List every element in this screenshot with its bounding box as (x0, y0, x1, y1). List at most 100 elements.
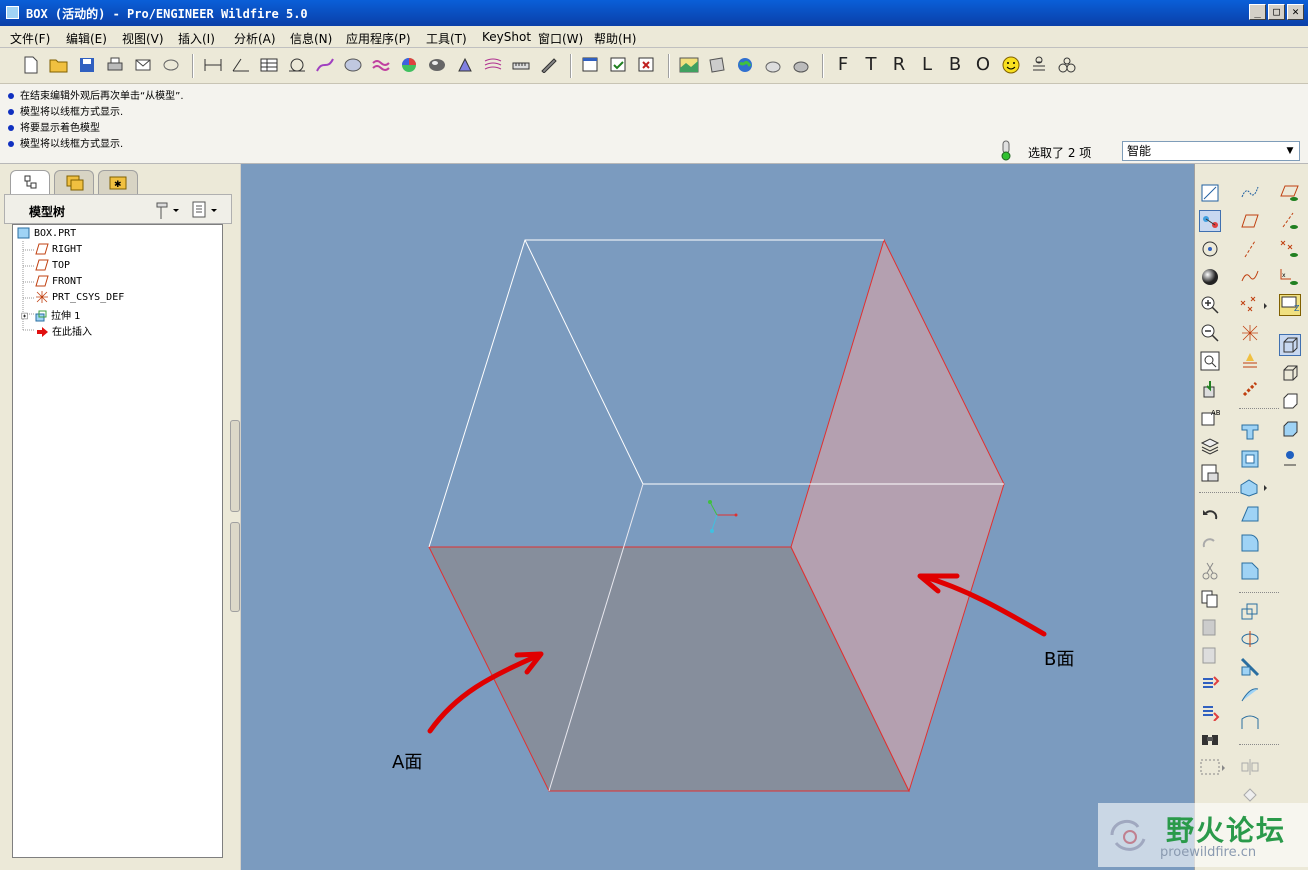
mirror-icon[interactable] (1239, 628, 1261, 650)
tree-item-right[interactable]: RIGHT (35, 243, 82, 255)
view-bottom-button[interactable]: B (944, 54, 966, 76)
shading-sphere-icon[interactable] (1199, 266, 1221, 288)
extend-icon[interactable] (1239, 684, 1261, 706)
draft-analysis-icon[interactable] (370, 54, 392, 76)
view-manager-icon[interactable] (1199, 462, 1221, 484)
teapot-render-icon[interactable] (790, 54, 812, 76)
datum-csys-icon[interactable] (1239, 322, 1261, 344)
menu-file[interactable]: 文件(F) (10, 30, 50, 47)
curve-analysis-icon[interactable] (314, 54, 336, 76)
pane-resize-handle[interactable] (230, 522, 240, 612)
find-binoculars-icon[interactable] (1199, 728, 1221, 750)
new-file-icon[interactable] (20, 54, 42, 76)
point-display-icon[interactable] (1279, 238, 1301, 260)
cut-icon[interactable] (1199, 560, 1221, 582)
select-box-icon[interactable] (1199, 756, 1227, 778)
view-right-button[interactable]: R (888, 54, 910, 76)
layers-icon[interactable] (1199, 434, 1221, 456)
selection-filter-dropdown[interactable]: 智能 ▼ (1122, 141, 1300, 161)
trim-icon[interactable] (1239, 656, 1261, 678)
minimize-button[interactable]: _ (1249, 4, 1266, 20)
chevron-down-icon[interactable]: ▼ (1283, 143, 1297, 159)
tree-settings-icon[interactable] (153, 199, 225, 224)
regen-manager-icon[interactable] (1199, 700, 1221, 722)
menu-analysis[interactable]: 分析(A) (234, 30, 276, 47)
menu-tools[interactable]: 工具(T) (426, 30, 467, 47)
menu-edit[interactable]: 编辑(E) (66, 30, 107, 47)
axis-display-icon[interactable] (1279, 210, 1301, 232)
menu-keyshot[interactable]: KeyShot (482, 30, 531, 44)
datum-axis-icon[interactable] (1239, 238, 1261, 260)
datum-curve-icon[interactable] (1239, 266, 1261, 288)
orient-mode-icon[interactable] (1199, 238, 1221, 260)
menu-view[interactable]: 视图(V) (122, 30, 164, 47)
draft-icon[interactable] (1239, 504, 1261, 526)
menu-help[interactable]: 帮助(H) (594, 30, 636, 47)
view-top-button[interactable]: T (860, 54, 882, 76)
view-back-button[interactable]: O (972, 54, 994, 76)
surface-analysis-icon[interactable] (342, 54, 364, 76)
tree-item-front[interactable]: FRONT (35, 275, 82, 287)
shell-icon[interactable] (1239, 448, 1261, 470)
color-map-icon[interactable] (398, 54, 420, 76)
window-close-icon[interactable] (636, 54, 658, 76)
no-hidden-icon[interactable] (1279, 390, 1301, 412)
copy-icon[interactable] (1199, 588, 1221, 610)
round-icon[interactable] (1239, 532, 1261, 554)
shade-analysis-icon[interactable] (426, 54, 448, 76)
print-icon[interactable] (104, 54, 126, 76)
shading-mode-icon[interactable] (1279, 418, 1301, 440)
view-front-button[interactable]: F (832, 54, 854, 76)
pane-resize-handle[interactable] (230, 420, 240, 512)
paste-icon[interactable] (1199, 616, 1221, 638)
merge-icon[interactable] (1239, 712, 1261, 734)
scene-icon[interactable] (678, 54, 700, 76)
offset-analysis-icon[interactable] (482, 54, 504, 76)
offset-icon[interactable] (1239, 600, 1261, 622)
globe-icon[interactable] (734, 54, 756, 76)
rib-icon[interactable] (1239, 420, 1261, 442)
menu-insert[interactable]: 插入(I) (178, 30, 215, 47)
zoom-in-icon[interactable] (1199, 294, 1221, 316)
tree-item-root[interactable]: BOX.PRT (17, 227, 76, 239)
tree-item-extrude[interactable]: 拉伸 1 (21, 307, 81, 322)
layer-tree-icon[interactable] (1028, 54, 1050, 76)
regenerate-icon[interactable] (1199, 672, 1221, 694)
repaint-icon[interactable] (1199, 182, 1221, 204)
pencil-icon[interactable] (538, 54, 560, 76)
save-icon[interactable] (76, 54, 98, 76)
section-analysis-icon[interactable] (454, 54, 476, 76)
hole-icon[interactable] (1239, 476, 1269, 498)
menu-applications[interactable]: 应用程序(P) (346, 30, 411, 47)
graphics-window[interactable]: A面 B面 (241, 164, 1194, 870)
tree-item-top[interactable]: TOP (35, 259, 70, 271)
datum-point-icon[interactable] (1239, 294, 1269, 316)
menu-window[interactable]: 窗口(W) (538, 30, 583, 47)
tree-item-insert-here[interactable]: 在此插入 (35, 323, 92, 338)
dimension-icon[interactable] (202, 54, 224, 76)
link-icon[interactable] (160, 54, 182, 76)
sketch-curve-icon[interactable] (1239, 182, 1261, 204)
chamfer-icon[interactable] (1239, 560, 1261, 582)
expand-icon[interactable] (21, 310, 31, 322)
appearance-icon[interactable] (706, 54, 728, 76)
plane-display-icon[interactable] (1279, 182, 1301, 204)
zoom-out-icon[interactable] (1199, 322, 1221, 344)
redo-icon[interactable] (1199, 532, 1221, 554)
datum-plane-tool-icon[interactable] (1239, 210, 1261, 232)
ruler-icon[interactable] (510, 54, 532, 76)
undo-icon[interactable] (1199, 504, 1221, 526)
box-model-view[interactable] (241, 164, 1194, 870)
open-folder-icon[interactable] (48, 54, 70, 76)
assembly-icon[interactable] (1056, 54, 1078, 76)
analysis-feature-icon[interactable] (1239, 350, 1261, 372)
annotation-display-icon[interactable]: Z (1279, 294, 1301, 316)
window-activate-icon[interactable] (580, 54, 602, 76)
saved-views-icon[interactable]: AB (1199, 406, 1221, 428)
smiley-icon[interactable] (1000, 54, 1022, 76)
shaded-display-icon[interactable] (1279, 334, 1301, 356)
teapot-icon[interactable] (762, 54, 784, 76)
window-check-icon[interactable] (608, 54, 630, 76)
tree-item-csys[interactable]: PRT_CSYS_DEF (35, 291, 124, 303)
reorient-icon[interactable] (1199, 378, 1221, 400)
